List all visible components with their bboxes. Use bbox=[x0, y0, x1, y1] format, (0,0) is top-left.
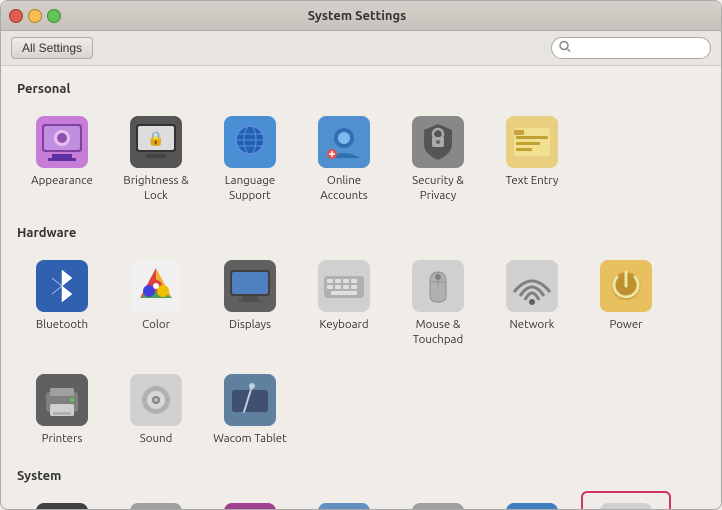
section-system: System BackupsiDetailsLandscape ServiceSo… bbox=[17, 469, 705, 509]
setting-label-printers: Printers bbox=[42, 432, 83, 447]
titlebar: System Settings bbox=[1, 1, 721, 31]
network-icon bbox=[504, 258, 560, 314]
setting-label-bluetooth: Bluetooth bbox=[36, 318, 88, 333]
landscape-icon bbox=[222, 501, 278, 509]
details-icon: i bbox=[128, 501, 184, 509]
setting-item-online-accounts[interactable]: Online Accounts bbox=[299, 104, 389, 214]
backups-icon bbox=[34, 501, 90, 509]
setting-item-software-updates[interactable]: Software & Updates bbox=[299, 491, 389, 509]
setting-item-bluetooth[interactable]: Bluetooth bbox=[17, 248, 107, 358]
universal-access-icon bbox=[504, 501, 560, 509]
security-icon bbox=[410, 114, 466, 170]
color-icon bbox=[128, 258, 184, 314]
setting-item-printers[interactable]: Printers bbox=[17, 362, 107, 457]
all-settings-button[interactable]: All Settings bbox=[11, 37, 93, 59]
setting-label-sound: Sound bbox=[140, 432, 173, 447]
setting-label-appearance: Appearance bbox=[31, 174, 93, 189]
setting-item-network[interactable]: Network bbox=[487, 248, 577, 358]
setting-item-text-entry[interactable]: Text Entry bbox=[487, 104, 577, 214]
search-box bbox=[551, 37, 711, 59]
appearance-icon bbox=[34, 114, 90, 170]
window-controls bbox=[9, 9, 61, 23]
wacom-icon bbox=[222, 372, 278, 428]
svg-text:🔒: 🔒 bbox=[147, 130, 164, 147]
setting-label-online-accounts: Online Accounts bbox=[305, 174, 383, 204]
keyboard-icon bbox=[316, 258, 372, 314]
setting-item-landscape-service[interactable]: Landscape Service bbox=[205, 491, 295, 509]
online-accounts-icon bbox=[316, 114, 372, 170]
section-grid-hardware: Bluetooth Color Displays Keyboard Mouse & To… bbox=[17, 248, 705, 457]
close-button[interactable] bbox=[9, 9, 23, 23]
setting-label-color: Color bbox=[142, 318, 170, 333]
setting-label-language-support: Language Support bbox=[211, 174, 289, 204]
user-accounts-icon bbox=[598, 501, 654, 509]
section-grid-system: BackupsiDetailsLandscape ServiceSoftware… bbox=[17, 491, 705, 509]
system-settings-window: System Settings All Settings Personal App… bbox=[0, 0, 722, 510]
setting-label-wacom-tablet: Wacom Tablet bbox=[213, 432, 286, 447]
maximize-button[interactable] bbox=[47, 9, 61, 23]
search-icon bbox=[559, 41, 571, 56]
section-grid-personal: Appearance 🔒 Brightness & Lock Language Sup… bbox=[17, 104, 705, 214]
section-label-hardware: Hardware bbox=[17, 226, 705, 240]
setting-item-mouse-touchpad[interactable]: Mouse & Touchpad bbox=[393, 248, 483, 358]
setting-item-displays[interactable]: Displays bbox=[205, 248, 295, 358]
setting-item-backups[interactable]: Backups bbox=[17, 491, 107, 509]
language-icon bbox=[222, 114, 278, 170]
setting-item-wacom-tablet[interactable]: Wacom Tablet bbox=[205, 362, 295, 457]
power-icon bbox=[598, 258, 654, 314]
setting-item-brightness-lock[interactable]: 🔒 Brightness & Lock bbox=[111, 104, 201, 214]
sound-icon bbox=[128, 372, 184, 428]
minimize-button[interactable] bbox=[28, 9, 42, 23]
setting-label-security-privacy: Security & Privacy bbox=[399, 174, 477, 204]
search-input[interactable] bbox=[551, 37, 711, 59]
section-label-personal: Personal bbox=[17, 82, 705, 96]
main-content: Personal Appearance 🔒 Brightness & Lock Lang… bbox=[1, 66, 721, 509]
text-entry-icon bbox=[504, 114, 560, 170]
section-hardware: Hardware Bluetooth Color Displays Keyboard Mo… bbox=[17, 226, 705, 457]
setting-label-keyboard: Keyboard bbox=[319, 318, 368, 333]
time-date-icon bbox=[410, 501, 466, 509]
printers-icon bbox=[34, 372, 90, 428]
setting-item-power[interactable]: Power bbox=[581, 248, 671, 358]
setting-label-text-entry: Text Entry bbox=[506, 174, 559, 189]
displays-icon bbox=[222, 258, 278, 314]
mouse-icon bbox=[410, 258, 466, 314]
window-title: System Settings bbox=[61, 9, 653, 23]
setting-item-time-date[interactable]: Time & Date bbox=[393, 491, 483, 509]
setting-item-user-accounts[interactable]: User Accounts bbox=[581, 491, 671, 509]
setting-item-color[interactable]: Color bbox=[111, 248, 201, 358]
software-updates-icon bbox=[316, 501, 372, 509]
setting-item-appearance[interactable]: Appearance bbox=[17, 104, 107, 214]
setting-label-brightness-lock: Brightness & Lock bbox=[117, 174, 195, 204]
setting-item-security-privacy[interactable]: Security & Privacy bbox=[393, 104, 483, 214]
toolbar: All Settings bbox=[1, 31, 721, 66]
setting-label-displays: Displays bbox=[229, 318, 271, 333]
setting-item-details[interactable]: iDetails bbox=[111, 491, 201, 509]
setting-label-mouse-touchpad: Mouse & Touchpad bbox=[399, 318, 477, 348]
section-label-system: System bbox=[17, 469, 705, 483]
setting-item-universal-access[interactable]: Universal Access bbox=[487, 491, 577, 509]
brightness-icon: 🔒 bbox=[128, 114, 184, 170]
bluetooth-icon bbox=[34, 258, 90, 314]
setting-label-network: Network bbox=[510, 318, 555, 333]
setting-item-keyboard[interactable]: Keyboard bbox=[299, 248, 389, 358]
setting-label-power: Power bbox=[609, 318, 642, 333]
setting-item-sound[interactable]: Sound bbox=[111, 362, 201, 457]
setting-item-language-support[interactable]: Language Support bbox=[205, 104, 295, 214]
section-personal: Personal Appearance 🔒 Brightness & Lock Lang… bbox=[17, 82, 705, 214]
